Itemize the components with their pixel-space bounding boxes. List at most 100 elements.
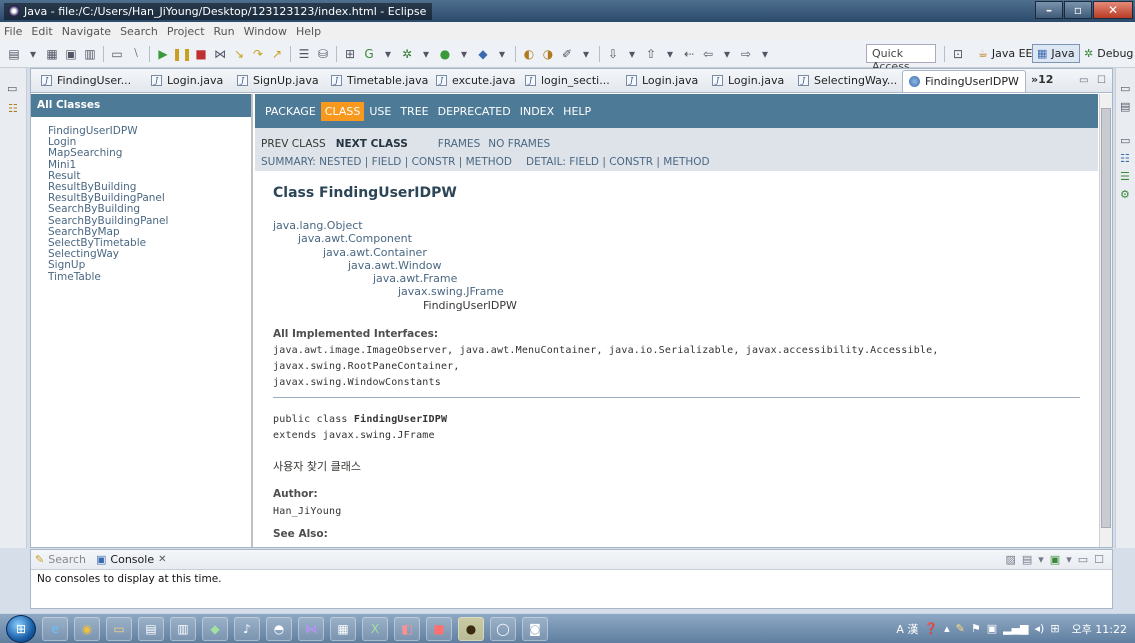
open-perspective-icon[interactable]: ⊡ — [950, 46, 966, 62]
inheritance-item[interactable]: java.awt.Container — [273, 246, 1098, 259]
dropdown-icon[interactable]: ▾ — [1038, 553, 1044, 566]
inheritance-item[interactable]: javax.swing.JFrame — [273, 285, 1098, 298]
detail-links[interactable]: DETAIL: FIELD | CONSTR | METHOD — [526, 156, 710, 168]
nav-help[interactable]: HELP — [559, 102, 595, 121]
app-taskbar-icon[interactable]: ■ — [426, 616, 452, 641]
external-tools-icon[interactable]: ◆ — [475, 46, 491, 62]
new-dropdown-icon[interactable]: ▾ — [25, 46, 41, 62]
annotation-prev-icon[interactable]: ⇧ — [643, 46, 659, 62]
summary-links[interactable]: SUMMARY: NESTED | FIELD | CONSTR | METHO… — [261, 156, 512, 168]
save-icon[interactable]: ▣ — [63, 46, 79, 62]
doc-vertical-scrollbar[interactable] — [1099, 94, 1112, 547]
new-java-project-icon[interactable]: ◐ — [521, 46, 537, 62]
dropdown-icon[interactable]: ▾ — [662, 46, 678, 62]
kakaotalk-taskbar-icon[interactable]: ● — [458, 616, 484, 641]
perspective-debug[interactable]: ✲ Debug — [1080, 44, 1135, 63]
tab-overflow-button[interactable]: »12 — [1031, 73, 1053, 86]
dropdown-icon[interactable]: ▾ — [456, 46, 472, 62]
new-package-icon[interactable]: ◑ — [540, 46, 556, 62]
declaration-extends[interactable]: extends javax.swing.JFrame — [273, 428, 1098, 444]
flag-icon[interactable]: ⚑ — [971, 622, 981, 635]
step-return-icon[interactable]: ↗ — [269, 46, 285, 62]
suspend-icon[interactable]: ❚❚ — [172, 46, 192, 62]
editor-tab[interactable]: J SignUp.java — [231, 70, 325, 92]
step-over-icon[interactable]: ↷ — [250, 46, 266, 62]
forward-icon[interactable]: ⇨ — [738, 46, 754, 62]
interfaces-line[interactable]: javax.swing.WindowConstants — [273, 375, 1098, 391]
tray-expand-icon[interactable]: ▴ — [944, 622, 950, 635]
maximize-view-icon[interactable]: ☐ — [1097, 75, 1106, 86]
editor-tab[interactable]: J Timetable.java — [325, 70, 430, 92]
dropdown-icon[interactable]: ▾ — [418, 46, 434, 62]
pen-icon[interactable]: ✎ — [956, 622, 965, 635]
class-link[interactable]: FindingUserIDPW — [48, 125, 251, 137]
restore-icon[interactable]: ▭ — [1120, 134, 1130, 147]
search-view-tab[interactable]: ✎ Search — [35, 553, 86, 566]
menu-edit[interactable]: Edit — [31, 25, 52, 38]
open-console-icon[interactable]: ▣ — [1050, 553, 1060, 566]
editor-tab[interactable]: J Login.java — [145, 70, 231, 92]
search-taskbar-icon[interactable]: ◯ — [490, 616, 516, 641]
maximize-view-icon[interactable]: ☐ — [1094, 553, 1104, 566]
editor-tab-active[interactable]: FindingUserIDPW ✕ — [902, 69, 1026, 92]
nav-tree[interactable]: TREE — [396, 102, 432, 121]
app-taskbar-icon[interactable]: ◧ — [394, 616, 420, 641]
ime-indicator[interactable]: A 漢 — [896, 621, 918, 637]
close-button[interactable]: ✕ — [1093, 1, 1133, 19]
dropdown-icon[interactable]: ▾ — [380, 46, 396, 62]
editor-tab[interactable]: J excute.java — [430, 70, 519, 92]
app-taskbar-icon[interactable]: ▤ — [138, 616, 164, 641]
skip-breakpoints-icon[interactable]: ⧵ — [128, 46, 144, 62]
editor-tab[interactable]: J login_secti... — [519, 70, 620, 92]
minimize-view-icon[interactable]: ▭ — [1079, 75, 1088, 86]
new-class-icon[interactable]: ✐ — [559, 46, 575, 62]
explorer-taskbar-icon[interactable]: ▭ — [106, 616, 132, 641]
interfaces-line[interactable]: java.awt.image.ImageObserver, java.awt.M… — [273, 343, 1098, 375]
excel-taskbar-icon[interactable]: X — [362, 616, 388, 641]
eclipse-taskbar-icon[interactable]: ◓ — [266, 616, 292, 641]
inheritance-item[interactable]: java.awt.Frame — [273, 272, 1098, 285]
inheritance-item[interactable]: java.awt.Window — [273, 259, 1098, 272]
dropdown-icon[interactable]: ▾ — [624, 46, 640, 62]
tab-close-icon[interactable]: ✕ — [1024, 76, 1025, 87]
server-icon[interactable]: ☰ — [296, 46, 312, 62]
clock[interactable]: 오후 11:22 — [1072, 621, 1127, 637]
perspective-java[interactable]: ▦ Java — [1032, 44, 1080, 63]
display-icon[interactable]: ⊞ — [1050, 622, 1059, 635]
frames-link[interactable]: FRAMES — [438, 138, 480, 150]
class-link[interactable]: MapSearching — [48, 148, 251, 159]
volume-icon[interactable]: ◂) — [1035, 622, 1045, 635]
open-type-icon[interactable]: ▦ — [44, 46, 60, 62]
menu-navigate[interactable]: Navigate — [62, 25, 111, 38]
minimize-button[interactable]: – — [1035, 1, 1063, 19]
menu-window[interactable]: Window — [244, 25, 287, 38]
console-view-icon[interactable]: ▭ — [109, 46, 125, 62]
outline-icon[interactable]: ☷ — [1120, 152, 1130, 165]
quick-access-input[interactable]: Quick Access — [866, 44, 936, 73]
menu-search[interactable]: Search — [120, 25, 158, 38]
ie-taskbar-icon[interactable]: e — [42, 616, 68, 641]
next-class-link[interactable]: NEXT CLASS — [336, 138, 408, 150]
nav-deprecated[interactable]: DEPRECATED — [434, 102, 515, 121]
chrome-taskbar-icon[interactable]: ◉ — [74, 616, 100, 641]
network-icon[interactable]: ▣ — [987, 622, 997, 635]
package-explorer-icon[interactable]: ☷ — [8, 102, 18, 115]
class-link[interactable]: SearchByBuilding — [48, 204, 251, 215]
restore-icon[interactable]: ▭ — [7, 82, 17, 95]
step-into-icon[interactable]: ↘ — [231, 46, 247, 62]
annotation-next-icon[interactable]: ⇩ — [605, 46, 621, 62]
menu-project[interactable]: Project — [167, 25, 205, 38]
hierarchy-icon[interactable]: ☰ — [1120, 170, 1130, 183]
scrollbar-thumb[interactable] — [1101, 108, 1111, 528]
class-link[interactable]: SignUp — [48, 260, 251, 271]
maximize-button[interactable]: ▫ — [1064, 1, 1092, 19]
perspective-java-ee[interactable]: ☕ Java EE — [974, 44, 1037, 63]
app-taskbar-icon[interactable]: ◙ — [522, 616, 548, 641]
debug-icon[interactable]: ✲ — [399, 46, 415, 62]
editor-tab[interactable]: J Login.java — [620, 70, 706, 92]
nav-use[interactable]: USE — [365, 102, 395, 121]
task-list-icon[interactable]: ▤ — [1120, 100, 1130, 113]
database-icon[interactable]: ⛁ — [315, 46, 331, 62]
terminate-icon[interactable]: ■ — [193, 46, 209, 62]
dropdown-icon[interactable]: ▾ — [719, 46, 735, 62]
